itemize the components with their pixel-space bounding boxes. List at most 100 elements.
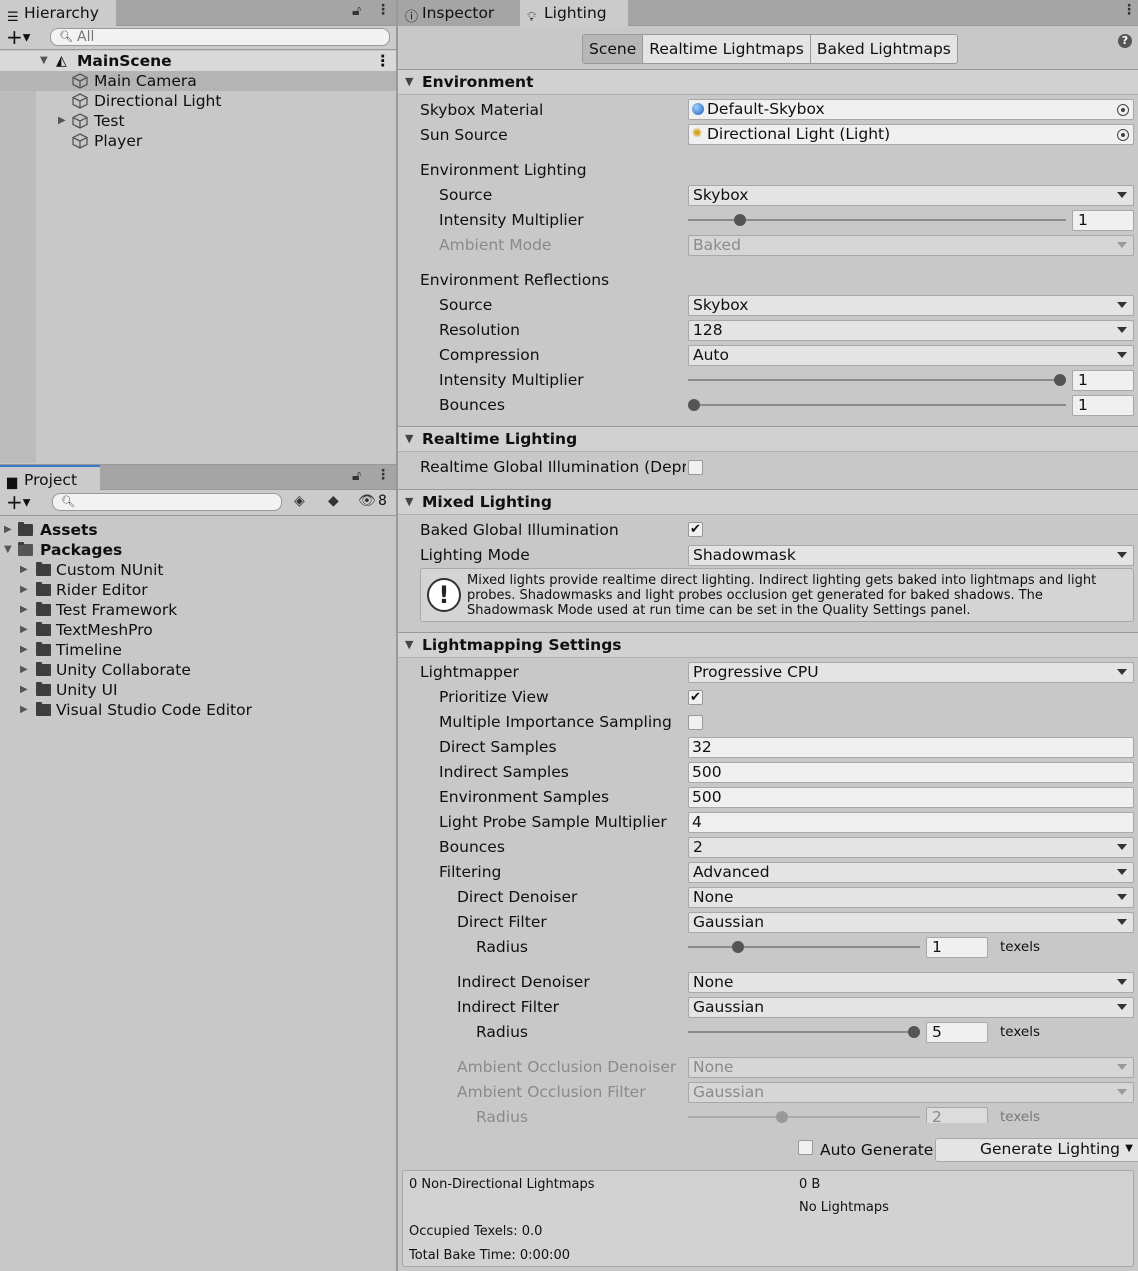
help-icon[interactable]: ?: [1118, 34, 1132, 48]
lighting-mode-dropdown[interactable]: Shadowmask: [688, 545, 1134, 566]
direct-radius-field[interactable]: 1: [926, 937, 988, 958]
chevron-right-icon[interactable]: ▶: [20, 660, 28, 680]
indirect-radius-field[interactable]: 5: [926, 1022, 988, 1043]
chevron-right-icon[interactable]: ▶: [20, 600, 28, 620]
tab-lighting[interactable]: 💡︎ Lighting: [520, 0, 628, 26]
hierarchy-item-player[interactable]: Player: [0, 131, 396, 151]
project-search-input[interactable]: 🔍︎: [52, 493, 282, 511]
indirect-denoiser-dropdown[interactable]: None: [688, 972, 1134, 993]
indirect-filter-dropdown[interactable]: Gaussian: [688, 997, 1134, 1018]
env-intensity-field[interactable]: 1: [1072, 210, 1134, 231]
package-item[interactable]: ▶ Unity Collaborate: [0, 660, 396, 680]
env-bounces-slider-thumb[interactable]: [688, 399, 700, 411]
hierarchy-search-input[interactable]: 🔍︎ All: [50, 28, 390, 46]
package-item[interactable]: ▶ Unity UI: [0, 680, 396, 700]
compression-dropdown[interactable]: Auto: [688, 345, 1134, 366]
chevron-right-icon[interactable]: ▶: [20, 700, 28, 720]
chevron-right-icon[interactable]: ▶: [20, 580, 28, 600]
env-bounces-slider-track[interactable]: [688, 404, 1066, 406]
tab-inspector[interactable]: ⓘ Inspector: [398, 0, 518, 26]
chevron-down-icon[interactable]: ▼: [405, 633, 413, 657]
subtab-scene[interactable]: Scene: [583, 35, 644, 63]
generate-lighting-button[interactable]: Generate Lighting ▼: [935, 1138, 1138, 1162]
add-icon[interactable]: +▼: [6, 491, 30, 515]
env-samples-field[interactable]: 500: [688, 787, 1134, 808]
realtime-lighting-header[interactable]: ▼ Realtime Lighting: [398, 426, 1138, 452]
mixed-lighting-header[interactable]: ▼ Mixed Lighting: [398, 489, 1138, 515]
baked-gi-label: Baked Global Illumination: [420, 521, 619, 539]
scene-row[interactable]: ▼ ◭ MainScene ⋮: [0, 51, 396, 71]
lock-icon[interactable]: 🔓︎: [352, 3, 361, 19]
package-item[interactable]: ▶ Rider Editor: [0, 580, 396, 600]
resolution-dropdown[interactable]: 128: [688, 320, 1134, 341]
realtime-gi-checkbox[interactable]: [688, 460, 703, 475]
scene-menu-icon[interactable]: ⋮: [375, 51, 391, 71]
chevron-right-icon[interactable]: ▶: [20, 620, 28, 640]
kebab-menu-icon[interactable]: ⋮: [376, 2, 390, 18]
chevron-down-icon[interactable]: ▼: [405, 427, 413, 451]
chevron-right-icon[interactable]: ▶: [20, 680, 28, 700]
package-item[interactable]: ▶ Custom NUnit: [0, 560, 396, 580]
lightmaps-size: 0 B: [799, 1177, 821, 1192]
filtering-dropdown[interactable]: Advanced: [688, 862, 1134, 883]
lock-icon[interactable]: 🔓︎: [352, 468, 361, 484]
direct-radius-slider-thumb[interactable]: [732, 941, 744, 953]
subtab-baked-lightmaps[interactable]: Baked Lightmaps: [810, 35, 957, 63]
direct-denoiser-dropdown[interactable]: None: [688, 887, 1134, 908]
chevron-down-icon[interactable]: ▼: [40, 51, 48, 71]
probe-multiplier-field[interactable]: 4: [688, 812, 1134, 833]
refl-intensity-slider-track[interactable]: [688, 379, 1066, 381]
indirect-radius-slider-thumb[interactable]: [908, 1026, 920, 1038]
hierarchy-item-test[interactable]: ▶ Test: [0, 111, 396, 131]
environment-header[interactable]: ▼ Environment: [398, 69, 1138, 95]
env-intensity-slider-thumb[interactable]: [733, 214, 746, 226]
filter-by-label-icon[interactable]: ◆: [328, 493, 339, 509]
package-item[interactable]: ▶ TextMeshPro: [0, 620, 396, 640]
package-item[interactable]: ▶ Visual Studio Code Editor: [0, 700, 396, 720]
mis-checkbox[interactable]: [688, 715, 703, 730]
auto-generate-checkbox[interactable]: [798, 1140, 813, 1155]
direct-filter-dropdown[interactable]: Gaussian: [688, 912, 1134, 933]
hierarchy-item-label: Test: [94, 112, 125, 130]
package-item[interactable]: ▶ Test Framework: [0, 600, 396, 620]
dropdown-arrow-icon[interactable]: ▼: [1125, 1139, 1133, 1159]
baked-gi-checkbox[interactable]: ✔: [688, 522, 703, 537]
project-packages-row[interactable]: ▼ Packages: [0, 540, 396, 560]
hierarchy-item-directional-light[interactable]: Directional Light: [0, 91, 396, 111]
object-picker-icon[interactable]: [1117, 129, 1129, 141]
indirect-samples-field[interactable]: 500: [688, 762, 1134, 783]
chevron-right-icon[interactable]: ▶: [58, 111, 66, 131]
env-source-dropdown[interactable]: Skybox: [688, 185, 1134, 206]
lightmapping-settings-header[interactable]: ▼ Lightmapping Settings: [398, 632, 1138, 658]
refl-source-dropdown[interactable]: Skybox: [688, 295, 1134, 316]
chevron-right-icon[interactable]: ▶: [20, 640, 28, 660]
hidden-packages-icon[interactable]: 👁︎: [358, 493, 376, 509]
chevron-down-icon[interactable]: ▼: [4, 540, 12, 560]
lm-bounces-dropdown[interactable]: 2: [688, 837, 1134, 858]
subtab-realtime-lightmaps[interactable]: Realtime Lightmaps: [643, 35, 811, 63]
lightmapper-dropdown[interactable]: Progressive CPU: [688, 662, 1134, 683]
refl-intensity-field[interactable]: 1: [1072, 370, 1134, 391]
tab-hierarchy[interactable]: ☰ Hierarchy: [0, 0, 116, 26]
sun-source-field[interactable]: ✺ Directional Light (Light): [688, 124, 1134, 145]
skybox-material-field[interactable]: Default-Skybox: [688, 99, 1134, 120]
indirect-radius-slider-track[interactable]: [688, 1031, 920, 1033]
env-bounces-field[interactable]: 1: [1072, 395, 1134, 416]
hierarchy-item-main-camera[interactable]: Main Camera: [0, 71, 396, 91]
object-picker-icon[interactable]: [1117, 104, 1129, 116]
kebab-menu-icon[interactable]: ⋮: [1122, 2, 1136, 18]
kebab-menu-icon[interactable]: ⋮: [376, 467, 390, 483]
direct-samples-field[interactable]: 32: [688, 737, 1134, 758]
filter-by-type-icon[interactable]: ◈: [294, 493, 305, 509]
chevron-right-icon[interactable]: ▶: [4, 520, 12, 540]
project-assets-row[interactable]: ▶ Assets: [0, 520, 396, 540]
chevron-down-icon[interactable]: ▼: [405, 490, 413, 514]
tab-project[interactable]: ▆ Project: [0, 465, 100, 491]
direct-radius-slider-track[interactable]: [688, 946, 920, 948]
chevron-down-icon[interactable]: ▼: [405, 70, 413, 94]
package-item[interactable]: ▶ Timeline: [0, 640, 396, 660]
prioritize-view-checkbox[interactable]: ✔: [688, 690, 703, 705]
add-icon[interactable]: +▼: [6, 26, 30, 50]
refl-intensity-slider-thumb[interactable]: [1054, 374, 1066, 386]
chevron-right-icon[interactable]: ▶: [20, 560, 28, 580]
